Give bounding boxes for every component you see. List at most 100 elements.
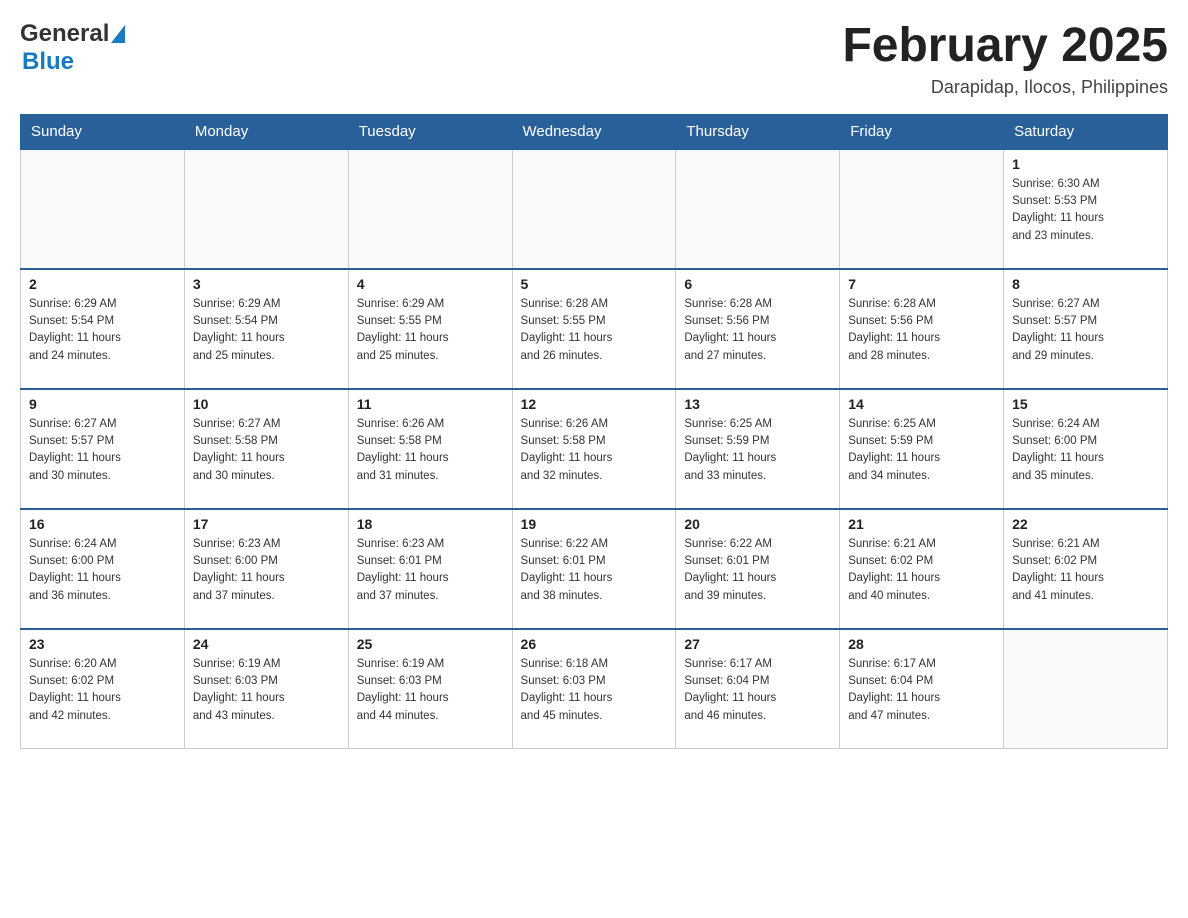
day-info: Sunrise: 6:19 AM Sunset: 6:03 PM Dayligh… (357, 656, 504, 725)
day-info: Sunrise: 6:23 AM Sunset: 6:00 PM Dayligh… (193, 536, 340, 605)
calendar-cell (1004, 629, 1168, 749)
week-row-2: 2 Sunrise: 6:29 AM Sunset: 5:54 PM Daylig… (21, 269, 1168, 389)
calendar-cell: 6 Sunrise: 6:28 AM Sunset: 5:56 PM Daylig… (676, 269, 840, 389)
day-number: 4 (357, 276, 504, 292)
day-number: 8 (1012, 276, 1159, 292)
day-number: 28 (848, 636, 995, 652)
day-info: Sunrise: 6:28 AM Sunset: 5:56 PM Dayligh… (848, 296, 995, 365)
calendar-cell: 26 Sunrise: 6:18 AM Sunset: 6:03 PM Dayli… (512, 629, 676, 749)
calendar-cell: 3Sunrise: 6:29 AM Sunset: 5:54 PM Daylig… (184, 269, 348, 389)
day-info: Sunrise: 6:24 AM Sunset: 6:00 PM Dayligh… (29, 536, 176, 605)
day-info: Sunrise: 6:17 AM Sunset: 6:04 PM Dayligh… (684, 656, 831, 725)
logo-blue-text: Blue (22, 48, 74, 75)
day-number: 5 (521, 276, 668, 292)
day-number: 12 (521, 396, 668, 412)
calendar-cell: 23 Sunrise: 6:20 AM Sunset: 6:02 PM Dayli… (21, 629, 185, 749)
day-number: 19 (521, 516, 668, 532)
calendar-cell: 10 Sunrise: 6:27 AM Sunset: 5:58 PM Dayli… (184, 389, 348, 509)
day-info: Sunrise: 6:25 AM Sunset: 5:59 PM Dayligh… (848, 416, 995, 485)
calendar-cell: 24 Sunrise: 6:19 AM Sunset: 6:03 PM Dayli… (184, 629, 348, 749)
day-number: 6 (684, 276, 831, 292)
calendar-cell: 13 Sunrise: 6:25 AM Sunset: 5:59 PM Dayli… (676, 389, 840, 509)
title-area: February 2025 Darapidap, Ilocos, Philipp… (842, 20, 1168, 98)
calendar-cell (676, 149, 840, 269)
week-row-5: 23 Sunrise: 6:20 AM Sunset: 6:02 PM Dayli… (21, 629, 1168, 749)
day-info: Sunrise: 6:21 AM Sunset: 6:02 PM Dayligh… (848, 536, 995, 605)
day-info: Sunrise: 6:24 AM Sunset: 6:00 PM Dayligh… (1012, 416, 1159, 485)
day-number: 10 (193, 396, 340, 412)
col-thursday: Thursday (676, 114, 840, 149)
calendar-cell: 27 Sunrise: 6:17 AM Sunset: 6:04 PM Dayli… (676, 629, 840, 749)
calendar-cell: 9 Sunrise: 6:27 AM Sunset: 5:57 PM Daylig… (21, 389, 185, 509)
day-number: 26 (521, 636, 668, 652)
calendar-cell (512, 149, 676, 269)
day-info: Sunrise: 6:27 AM Sunset: 5:57 PM Dayligh… (1012, 296, 1159, 365)
logo: General Blue (20, 20, 125, 76)
day-info: Sunrise: 6:28 AM Sunset: 5:56 PM Dayligh… (684, 296, 831, 365)
col-wednesday: Wednesday (512, 114, 676, 149)
day-info: Sunrise: 6:18 AM Sunset: 6:03 PM Dayligh… (521, 656, 668, 725)
day-info: Sunrise: 6:27 AM Sunset: 5:58 PM Dayligh… (193, 416, 340, 485)
week-row-1: 1 Sunrise: 6:30 AM Sunset: 5:53 PM Daylig… (21, 149, 1168, 269)
day-info: Sunrise: 6:21 AM Sunset: 6:02 PM Dayligh… (1012, 536, 1159, 605)
day-info: Sunrise: 6:26 AM Sunset: 5:58 PM Dayligh… (357, 416, 504, 485)
calendar-header-row: Sunday Monday Tuesday Wednesday Thursday… (21, 114, 1168, 149)
day-info: Sunrise: 6:20 AM Sunset: 6:02 PM Dayligh… (29, 656, 176, 725)
calendar-cell: 28Sunrise: 6:17 AM Sunset: 6:04 PM Dayli… (840, 629, 1004, 749)
day-info: Sunrise: 6:29 AM Sunset: 5:54 PM Dayligh… (193, 296, 340, 365)
col-friday: Friday (840, 114, 1004, 149)
calendar-cell: 7 Sunrise: 6:28 AM Sunset: 5:56 PM Daylig… (840, 269, 1004, 389)
day-number: 14 (848, 396, 995, 412)
day-info: Sunrise: 6:29 AM Sunset: 5:55 PM Dayligh… (357, 296, 504, 365)
day-number: 21 (848, 516, 995, 532)
calendar-cell: 1 Sunrise: 6:30 AM Sunset: 5:53 PM Daylig… (1004, 149, 1168, 269)
calendar-cell: 25 Sunrise: 6:19 AM Sunset: 6:03 PM Dayli… (348, 629, 512, 749)
month-title: February 2025 (842, 20, 1168, 73)
day-number: 24 (193, 636, 340, 652)
location-subtitle: Darapidap, Ilocos, Philippines (842, 77, 1168, 98)
day-info: Sunrise: 6:23 AM Sunset: 6:01 PM Dayligh… (357, 536, 504, 605)
calendar-cell: 14 Sunrise: 6:25 AM Sunset: 5:59 PM Dayli… (840, 389, 1004, 509)
day-number: 23 (29, 636, 176, 652)
calendar-cell: 12 Sunrise: 6:26 AM Sunset: 5:58 PM Dayli… (512, 389, 676, 509)
day-number: 20 (684, 516, 831, 532)
col-tuesday: Tuesday (348, 114, 512, 149)
week-row-4: 16 Sunrise: 6:24 AM Sunset: 6:00 PM Dayli… (21, 509, 1168, 629)
week-row-3: 9 Sunrise: 6:27 AM Sunset: 5:57 PM Daylig… (21, 389, 1168, 509)
calendar-table: Sunday Monday Tuesday Wednesday Thursday… (20, 114, 1168, 750)
calendar-cell (348, 149, 512, 269)
logo-general-text: General (20, 20, 109, 48)
col-sunday: Sunday (21, 114, 185, 149)
day-info: Sunrise: 6:30 AM Sunset: 5:53 PM Dayligh… (1012, 176, 1159, 245)
day-info: Sunrise: 6:19 AM Sunset: 6:03 PM Dayligh… (193, 656, 340, 725)
calendar-cell: 22 Sunrise: 6:21 AM Sunset: 6:02 PM Dayli… (1004, 509, 1168, 629)
day-info: Sunrise: 6:27 AM Sunset: 5:57 PM Dayligh… (29, 416, 176, 485)
calendar-cell (21, 149, 185, 269)
day-number: 1 (1012, 156, 1159, 172)
day-info: Sunrise: 6:26 AM Sunset: 5:58 PM Dayligh… (521, 416, 668, 485)
calendar-cell: 16 Sunrise: 6:24 AM Sunset: 6:00 PM Dayli… (21, 509, 185, 629)
calendar-cell: 4 Sunrise: 6:29 AM Sunset: 5:55 PM Daylig… (348, 269, 512, 389)
day-number: 16 (29, 516, 176, 532)
day-number: 27 (684, 636, 831, 652)
calendar-cell: 2 Sunrise: 6:29 AM Sunset: 5:54 PM Daylig… (21, 269, 185, 389)
day-number: 13 (684, 396, 831, 412)
calendar-cell: 19 Sunrise: 6:22 AM Sunset: 6:01 PM Dayli… (512, 509, 676, 629)
day-number: 11 (357, 396, 504, 412)
calendar-cell: 5Sunrise: 6:28 AM Sunset: 5:55 PM Daylig… (512, 269, 676, 389)
calendar-cell (184, 149, 348, 269)
day-info: Sunrise: 6:29 AM Sunset: 5:54 PM Dayligh… (29, 296, 176, 365)
day-number: 25 (357, 636, 504, 652)
calendar-cell (840, 149, 1004, 269)
calendar-cell: 15 Sunrise: 6:24 AM Sunset: 6:00 PM Dayli… (1004, 389, 1168, 509)
calendar-cell: 11 Sunrise: 6:26 AM Sunset: 5:58 PM Dayli… (348, 389, 512, 509)
day-number: 22 (1012, 516, 1159, 532)
day-number: 7 (848, 276, 995, 292)
calendar-cell: 17Sunrise: 6:23 AM Sunset: 6:00 PM Dayli… (184, 509, 348, 629)
day-number: 9 (29, 396, 176, 412)
day-number: 2 (29, 276, 176, 292)
col-monday: Monday (184, 114, 348, 149)
day-number: 15 (1012, 396, 1159, 412)
day-info: Sunrise: 6:22 AM Sunset: 6:01 PM Dayligh… (521, 536, 668, 605)
day-info: Sunrise: 6:25 AM Sunset: 5:59 PM Dayligh… (684, 416, 831, 485)
